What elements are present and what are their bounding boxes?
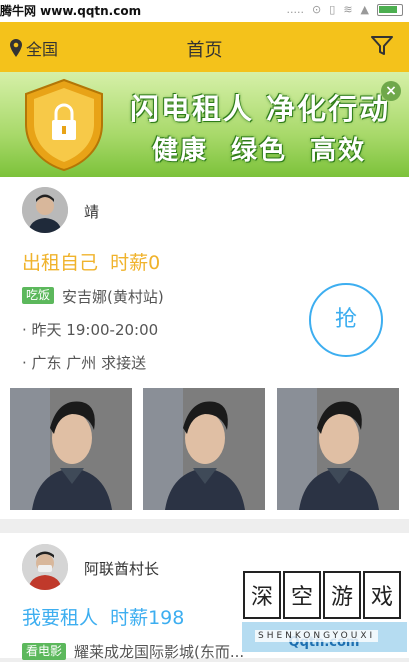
venue-name: 耀莱成龙国际影城(东而... [74,643,245,661]
listing-photo[interactable] [143,388,265,510]
avatar[interactable] [22,544,68,590]
category-tag: 看电影 [22,643,67,660]
schedule-time: · 昨天 19:00-20:00 [22,321,159,339]
vibrate-icon: ▯ [329,3,336,16]
banner-subheadline: 健康 绿色 高效 [152,136,367,166]
listing-photo[interactable] [277,388,399,510]
svg-text:戏: 戏 [371,585,393,610]
filter-icon [371,36,393,55]
alarm-icon: ⊙ [312,3,322,16]
banner-close-button[interactable]: × [381,81,401,101]
top-app-bar: 全国 首页 [0,22,409,72]
watermark-pinyin: SHENKONGYOUXI [255,630,379,642]
wifi-icon: ≋ [343,3,353,16]
site-watermark: 腾牛网 www.qqtn.com [0,4,142,18]
user-portrait [22,544,68,590]
grab-button[interactable]: 抢 [309,283,383,357]
photo-image [277,388,399,510]
svg-text:深: 深 [251,585,273,610]
network-icon: ▲ [360,3,369,16]
offer-title: 出租自己 时薪0 [22,252,161,274]
page-title: 首页 [186,40,223,61]
location-pin-icon [10,39,22,57]
status-icons: ..... ⊙ ▯ ≋ ▲ [287,3,403,16]
svg-text:空: 空 [291,585,313,610]
user-portrait [22,187,68,233]
signal-dots: ..... [286,3,305,16]
location-selector[interactable]: 全国 [10,36,58,60]
location-info: · 广东 广州 求接送 [22,354,147,372]
svg-text:游: 游 [331,585,353,610]
photo-image [10,388,132,510]
listing-photo[interactable] [10,388,132,510]
filter-button[interactable] [371,36,393,60]
venue-name: 安吉娜(黄村站) [62,288,164,306]
shield-lock-icon [25,78,103,172]
photo-image [143,388,265,510]
status-bar: 腾牛网 www.qqtn.com ..... ⊙ ▯ ≋ ▲ [0,0,409,22]
listing-card[interactable]: 靖 出租自己 时薪0 吃饭 安吉娜(黄村站) · 昨天 19:00-20:00 … [0,177,409,519]
location-label: 全国 [26,40,59,59]
category-tag: 吃饭 [22,287,55,304]
avatar[interactable] [22,187,68,233]
banner-headline: 闪电租人 净化行动 [130,92,391,126]
user-name: 阿联酋村长 [84,560,160,578]
promo-banner[interactable]: 闪电租人 净化行动 健康 绿色 高效 × [0,72,409,177]
battery-icon [377,3,403,16]
offer-title: 我要租人 时薪198 [22,607,185,629]
user-name: 靖 [84,203,100,221]
